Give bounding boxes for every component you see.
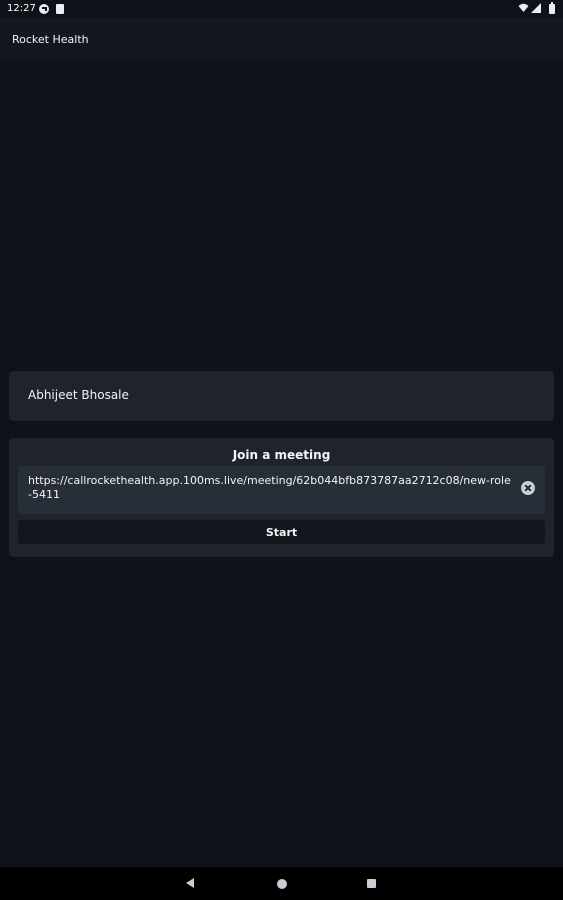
status-bar: 12:27: [0, 0, 563, 18]
app-bar: Rocket Health: [0, 18, 563, 61]
wifi-icon: [518, 3, 529, 12]
app-title: Rocket Health: [12, 33, 89, 46]
sd-card-icon: [56, 4, 64, 14]
join-meeting-title: Join a meeting: [232, 448, 331, 462]
meeting-url-input[interactable]: https://callrockethealth.app.100ms.live/…: [28, 474, 514, 502]
battery-icon: [549, 2, 555, 14]
status-time: 12:27: [7, 3, 36, 14]
app-screen: 12:27 Rocket Health Join a meeting https…: [0, 0, 563, 900]
name-input[interactable]: [28, 388, 528, 402]
recents-icon[interactable]: [367, 879, 376, 888]
navigation-bar: [0, 867, 563, 900]
back-icon[interactable]: [186, 878, 194, 888]
join-meeting-card: Join a meeting https://callrockethealth.…: [9, 438, 554, 557]
home-icon[interactable]: [277, 879, 287, 889]
meeting-url-box[interactable]: https://callrockethealth.app.100ms.live/…: [18, 466, 545, 514]
name-card: [9, 371, 554, 421]
cell-signal-icon: [531, 3, 541, 13]
app-notification-icon: [39, 4, 49, 14]
start-button[interactable]: Start: [18, 520, 545, 544]
clear-icon[interactable]: [521, 481, 535, 495]
